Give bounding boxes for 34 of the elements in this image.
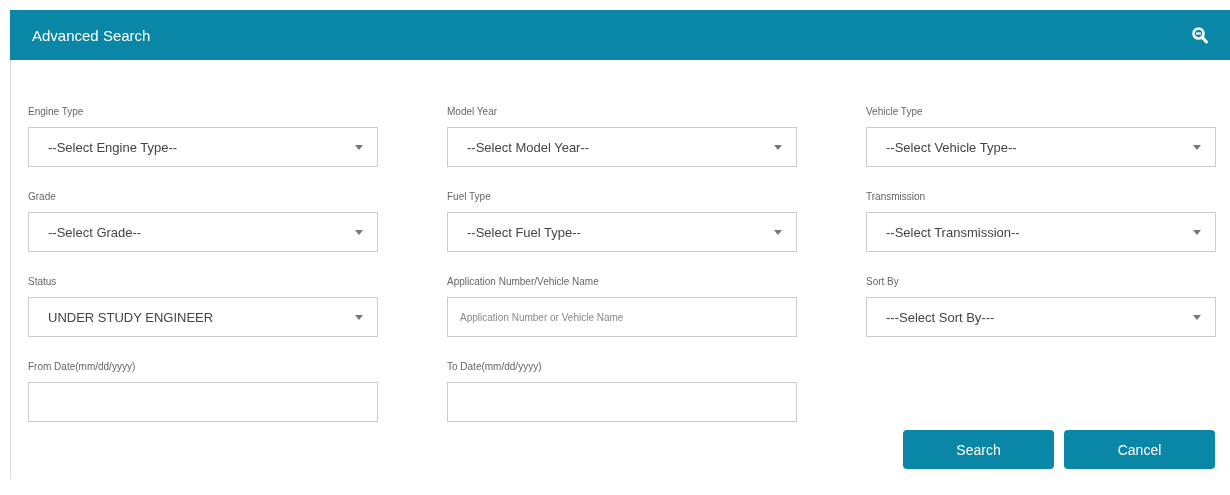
field-label: From Date(mm/dd/yyyy) <box>28 360 137 374</box>
cancel-button[interactable]: Cancel <box>1064 430 1215 469</box>
field-label: Vehicle Type <box>866 105 924 119</box>
caret-icon <box>774 144 782 150</box>
select-field[interactable]: --Select Vehicle Type-- <box>866 127 1216 167</box>
caret-icon <box>355 314 363 320</box>
field-label: Engine Type <box>28 105 85 119</box>
field-label: Sort By <box>866 275 900 289</box>
select-field[interactable]: --Select Transmission-- <box>866 212 1216 252</box>
field-label: Transmission <box>866 190 927 204</box>
input-field[interactable]: Application Number or Vehicle Name <box>447 297 797 337</box>
select-field[interactable]: --Select Fuel Type-- <box>447 212 797 252</box>
select-field[interactable]: --Select Model Year-- <box>447 127 797 167</box>
select-field[interactable]: --Select Grade-- <box>28 212 378 252</box>
caret-icon <box>1193 144 1201 150</box>
field-label: To Date(mm/dd/yyyy) <box>447 360 543 374</box>
caret-icon <box>1193 314 1201 320</box>
input-field[interactable] <box>28 382 378 422</box>
caret-icon <box>355 144 363 150</box>
select-field[interactable]: UNDER STUDY ENGINEER <box>28 297 378 337</box>
caret-icon <box>355 229 363 235</box>
field-label: Grade <box>28 190 57 204</box>
field-label: Status <box>28 275 58 289</box>
caret-icon <box>1193 229 1201 235</box>
input-field[interactable] <box>447 382 797 422</box>
field-label: Model Year <box>447 105 499 119</box>
panel-title: Advanced Search <box>32 26 151 44</box>
caret-icon <box>774 229 782 235</box>
search-button[interactable]: Search <box>903 430 1054 469</box>
select-field[interactable]: ---Select Sort By--- <box>866 297 1216 337</box>
field-label: Application Number/Vehicle Name <box>447 275 600 289</box>
select-field[interactable]: --Select Engine Type-- <box>28 127 378 167</box>
zoom-out-icon[interactable] <box>1192 26 1208 44</box>
field-label: Fuel Type <box>447 190 492 204</box>
